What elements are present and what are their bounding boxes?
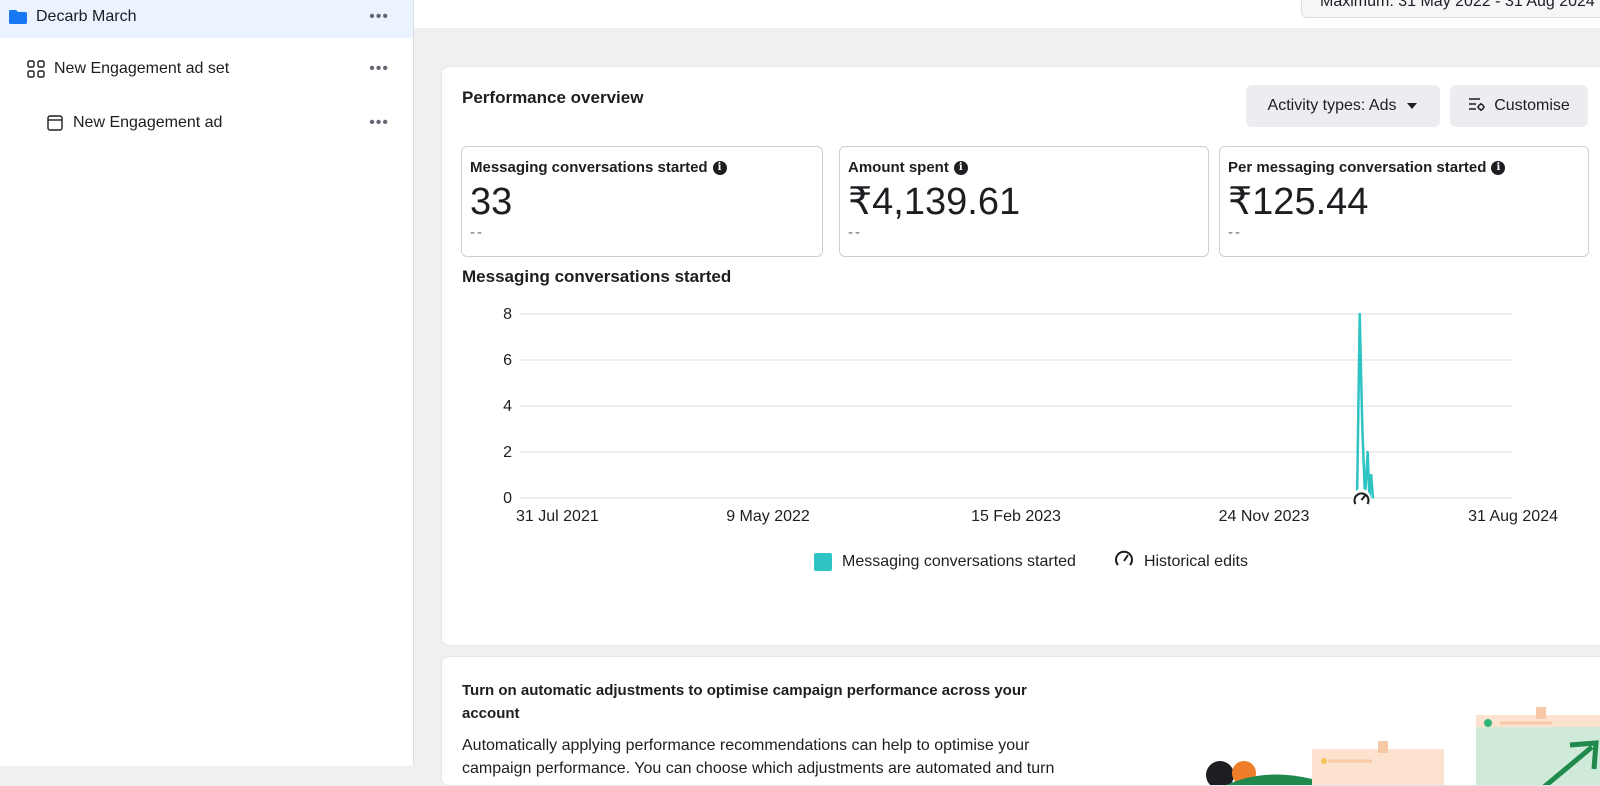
date-range-picker[interactable]: Maximum: 31 May 2022 - 31 Aug 2024 — [1301, 0, 1600, 18]
x-tick-label: 31 Jul 2021 — [516, 508, 599, 525]
data-point — [1361, 428, 1364, 430]
grid-icon — [26, 59, 46, 79]
info-icon[interactable]: i — [712, 160, 727, 175]
more-options-icon[interactable]: ••• — [369, 60, 389, 78]
folder-icon — [8, 7, 28, 27]
data-point — [1370, 474, 1372, 476]
x-tick-label: 15 Feb 2023 — [971, 508, 1061, 525]
data-point — [1358, 313, 1361, 315]
promo-title: Turn on automatic adjustments to optimis… — [462, 682, 1027, 722]
campaign-tree-sidebar: Decarb March ••• New Engagement ad set •… — [0, 0, 414, 766]
caret-down-icon — [1406, 97, 1418, 115]
data-point — [1372, 497, 1374, 499]
metric-delta: -- — [1228, 224, 1242, 241]
tree-item-ad[interactable]: New Engagement ad ••• — [0, 102, 413, 144]
y-tick-label: 2 — [503, 444, 512, 461]
x-tick-label: 31 Aug 2024 — [1468, 508, 1558, 525]
legend-item-series[interactable]: Messaging conversations started — [814, 549, 1076, 574]
y-tick-label: 8 — [503, 306, 512, 323]
x-tick-label: 24 Nov 2023 — [1219, 508, 1310, 525]
metric-card-amount-spent: Amount spent i ₹4,139.61 -- — [839, 146, 1209, 257]
gauge-icon — [1114, 549, 1134, 574]
chart-y-axis: 0 2 4 6 8 — [503, 306, 512, 507]
metric-label: Amount spent — [848, 159, 949, 176]
metric-label: Per messaging conversation started — [1228, 159, 1487, 176]
y-tick-label: 6 — [503, 352, 512, 369]
y-tick-label: 4 — [503, 398, 512, 415]
metric-card-cost-per-conversation: Per messaging conversation started i ₹12… — [1219, 146, 1589, 257]
tree-item-label: New Engagement ad set — [54, 60, 230, 77]
customise-label: Customise — [1494, 97, 1570, 114]
automatic-adjustments-card: Turn on automatic adjustments to optimis… — [441, 656, 1600, 786]
ad-icon — [45, 113, 65, 133]
metric-card-conversations: Messaging conversations started i 33 -- — [461, 146, 823, 257]
tree-item-campaign[interactable]: Decarb March ••• — [0, 0, 413, 38]
metric-value: ₹4,139.61 — [848, 181, 1021, 223]
metric-delta: -- — [470, 224, 484, 241]
legend-label: Messaging conversations started — [842, 552, 1076, 570]
more-options-icon[interactable]: ••• — [369, 114, 389, 132]
more-options-icon[interactable]: ••• — [369, 8, 389, 26]
metric-label-row: Messaging conversations started i — [470, 159, 814, 176]
tree-item-label: New Engagement ad — [73, 114, 223, 131]
legend-label: Historical edits — [1143, 552, 1248, 570]
y-tick-label: 0 — [503, 490, 512, 507]
metric-value: ₹125.44 — [1228, 181, 1369, 223]
performance-overview-card: Performance overview Activity types: Ads… — [441, 66, 1600, 646]
legend-item-historical-edits[interactable]: Historical edits — [1114, 549, 1248, 574]
customise-button[interactable]: Customise — [1450, 85, 1588, 127]
chart-title: Messaging conversations started — [462, 267, 732, 286]
metric-label-row: Amount spent i — [848, 159, 1200, 176]
chart-annotations — [1352, 489, 1371, 507]
metric-delta: -- — [848, 224, 862, 241]
data-point — [1366, 451, 1369, 453]
historical-edit-marker — [1352, 489, 1371, 507]
info-icon[interactable]: i — [953, 160, 968, 175]
tree-item-label: Decarb March — [36, 8, 137, 25]
info-icon[interactable]: i — [1491, 160, 1506, 175]
x-tick-label: 9 May 2022 — [726, 508, 810, 525]
growth-illustration-icon — [1206, 707, 1600, 785]
metric-label-row: Per messaging conversation started i — [1228, 159, 1580, 176]
metric-label: Messaging conversations started — [470, 159, 708, 176]
customise-settings-icon — [1468, 97, 1486, 116]
activity-types-dropdown[interactable]: Activity types: Ads — [1246, 85, 1440, 127]
chart-x-axis: 31 Jul 2021 9 May 2022 15 Feb 2023 24 Nov 2… — [516, 508, 1558, 525]
legend-swatch — [814, 552, 833, 571]
chart-legend: Messaging conversations started Historic… — [442, 549, 1600, 574]
metric-value: 33 — [470, 181, 513, 223]
card-title: Performance overview — [462, 88, 644, 107]
promo-text: Automatically applying performance recom… — [462, 737, 1055, 777]
activity-types-label: Activity types: Ads — [1267, 97, 1397, 114]
tree-item-ad-set[interactable]: New Engagement ad set ••• — [0, 48, 413, 90]
conversations-line-chart: 0 2 4 6 8 31 Jul 2021 9 May 2022 15 Feb 2023 24… — [503, 306, 1558, 525]
